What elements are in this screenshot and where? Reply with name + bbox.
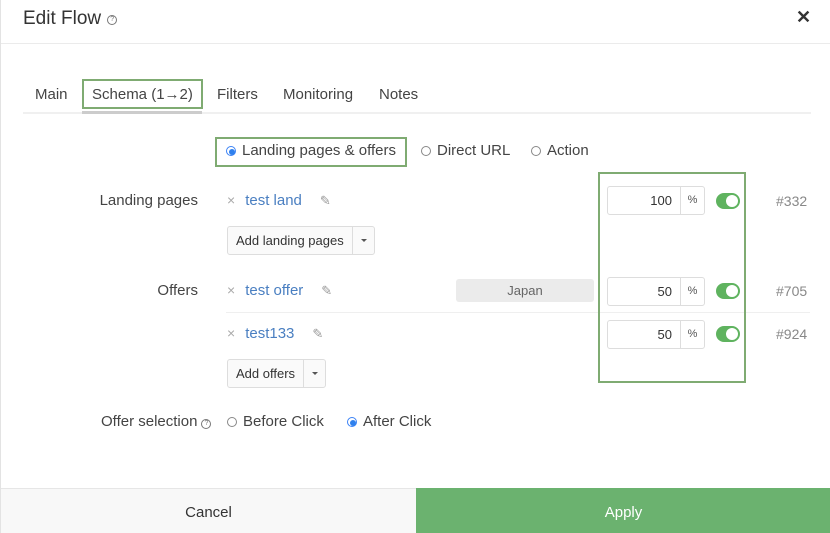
help-icon[interactable]: ? [107,15,118,25]
offer-selection-row: Offer selection? [101,413,221,430]
remove-icon[interactable]: × [227,192,235,208]
offer-selection-label: Offer selection [101,413,198,430]
chevron-down-icon[interactable] [303,360,325,387]
tab-filters[interactable]: Filters [217,79,258,109]
remove-icon[interactable]: × [227,282,235,298]
landing-weight-field: % [607,186,705,215]
tab-notes[interactable]: Notes [379,79,418,109]
radio-unchecked-icon[interactable] [531,146,541,156]
offer-weight-field: % [607,277,705,306]
edit-pencil-icon[interactable]: ✎ [321,283,332,299]
schema-option-landing-offers[interactable]: Landing pages & offers [215,137,408,167]
offer-link[interactable]: test offer [245,282,303,299]
cancel-button[interactable]: Cancel [1,489,416,533]
tab-monitoring[interactable]: Monitoring [283,79,353,109]
landing-page-item: × test land ✎ [227,192,331,209]
add-offers-button[interactable]: Add offers [228,360,303,387]
country-tag: Japan [456,279,594,302]
remove-icon[interactable]: × [227,325,235,341]
offer-weight-input[interactable] [608,321,680,348]
offer-enabled-toggle[interactable] [716,326,740,342]
add-landing-pages-button[interactable]: Add landing pages [228,227,352,254]
edit-pencil-icon[interactable]: ✎ [312,326,323,342]
option-label: Before Click [243,413,324,430]
active-tab-indicator [82,111,202,114]
schema-option-label: Landing pages & offers [242,142,397,159]
edit-flow-dialog: Edit Flow? ✕ Main Schema (1→2) Filters M… [0,0,830,533]
landing-enabled-toggle[interactable] [716,193,740,209]
dialog-title: Edit Flow? [23,8,118,30]
apply-button[interactable]: Apply [416,488,830,533]
percent-unit: % [680,321,704,348]
tab-bar: Main Schema (1→2) Filters Monitoring Not… [23,74,811,114]
chevron-down-icon[interactable] [351,227,374,254]
tab-schema[interactable]: Schema (1→2) [82,79,203,109]
edit-pencil-icon[interactable]: ✎ [320,193,331,209]
offer-item: × test133 ✎ [227,325,323,342]
radio-unchecked-icon[interactable] [227,417,237,427]
offer-link[interactable]: test133 [245,325,294,342]
schema-option-label: Direct URL [437,142,511,159]
schema-option-label: Action [547,142,589,159]
offer-item: × test offer ✎ [227,282,332,299]
percent-unit: % [680,187,704,214]
landing-id: #332 [776,193,808,209]
offer-weight-input[interactable] [608,278,680,305]
offer-selection-after-click[interactable]: After Click [347,413,431,430]
dialog-header: Edit Flow? ✕ [1,0,830,44]
offer-divider [226,312,810,313]
offer-weight-field: % [607,320,705,349]
dialog-footer: Cancel Apply [1,488,830,533]
add-landing-pages-button-group: Add landing pages [227,226,375,255]
option-label: After Click [363,413,432,430]
dialog-title-text: Edit Flow [23,8,102,29]
radio-unchecked-icon[interactable] [421,146,431,156]
radio-checked-icon[interactable] [226,146,236,156]
landing-page-link[interactable]: test land [245,192,302,209]
offers-label: Offers [157,282,198,299]
schema-option-action[interactable]: Action [531,137,589,165]
offer-selection-before-click[interactable]: Before Click [227,413,324,430]
help-icon[interactable]: ? [201,419,212,429]
schema-option-direct-url[interactable]: Direct URL [421,137,510,165]
close-icon[interactable]: ✕ [796,7,811,28]
landing-pages-label: Landing pages [99,192,198,209]
add-offers-button-group: Add offers [227,359,327,388]
radio-checked-icon[interactable] [347,417,357,427]
offer-id: #705 [776,283,808,299]
offer-enabled-toggle[interactable] [716,283,740,299]
tab-main[interactable]: Main [35,79,68,109]
percent-unit: % [680,278,704,305]
landing-weight-input[interactable] [608,187,680,214]
offer-id: #924 [776,326,808,342]
